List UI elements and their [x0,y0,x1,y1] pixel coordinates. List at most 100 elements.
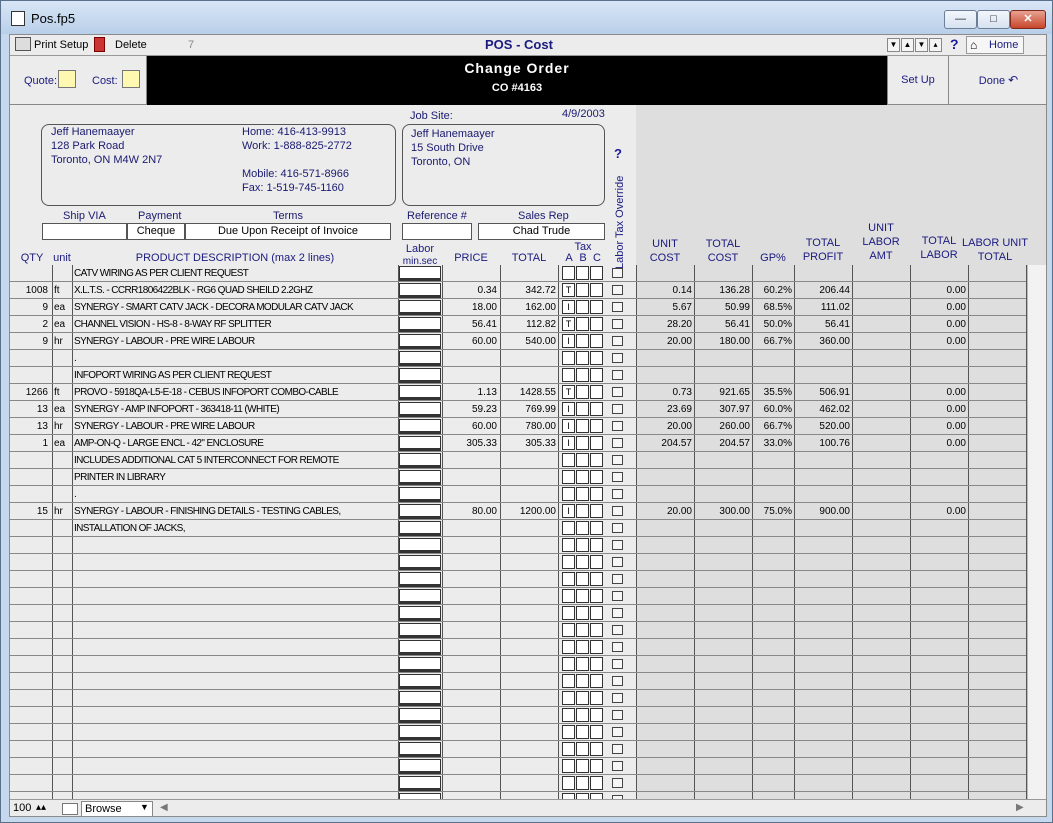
tax-a-checkbox[interactable] [562,572,575,586]
total-profit-cell[interactable]: 506.91 [794,384,850,401]
tax-c-checkbox[interactable] [590,708,603,722]
gp-cell[interactable]: 68.5% [752,299,792,316]
tax-b-checkbox[interactable] [576,419,589,433]
total-cost-cell[interactable] [694,469,750,486]
unit-labor-cell[interactable] [852,350,908,367]
gp-cell[interactable] [752,350,792,367]
tax-b-checkbox[interactable] [576,640,589,654]
tax-c-checkbox[interactable] [590,453,603,467]
tax-a-checkbox[interactable]: I [562,300,575,314]
total-labor-cell[interactable]: 0.00 [910,418,966,435]
total-cost-cell[interactable] [694,486,750,503]
gp-cell[interactable] [752,520,792,537]
unit-cell[interactable] [54,452,72,469]
tax-a-checkbox[interactable]: T [562,283,575,297]
tax-b-checkbox[interactable] [576,674,589,688]
price-cell[interactable] [442,265,497,282]
labor-minutes-field[interactable] [399,317,441,332]
tax-a-checkbox[interactable]: I [562,402,575,416]
price-cell[interactable]: 1.13 [442,384,497,401]
tax-a-checkbox[interactable] [562,487,575,501]
labor-minutes-field[interactable] [399,776,441,791]
status-area-icon[interactable] [62,803,78,815]
tax-b-checkbox[interactable] [576,538,589,552]
tax-b-checkbox[interactable] [576,623,589,637]
total-profit-cell[interactable]: 56.41 [794,316,850,333]
total-cell[interactable] [500,265,556,282]
unit-labor-cell[interactable] [852,435,908,452]
trash-icon[interactable] [94,37,105,52]
table-row[interactable]: 9 ea SYNERGY - SMART CATV JACK - DECORA MO… [10,299,1026,316]
tax-a-checkbox[interactable] [562,725,575,739]
tax-a-checkbox[interactable] [562,589,575,603]
labor-tax-override-checkbox[interactable] [612,302,623,312]
tax-a-checkbox[interactable] [562,708,575,722]
tax-a-checkbox[interactable] [562,623,575,637]
delete-button[interactable]: Delete [115,39,147,51]
table-row[interactable]: 1266 ft PROVO - 5918QA-L5-E-18 - CEBUS INF… [10,384,1026,401]
qty-cell[interactable]: 1266 [10,384,48,401]
tax-a-checkbox[interactable] [562,776,575,790]
labor-minutes-field[interactable] [399,385,441,400]
table-row[interactable]: 1 ea AMP-ON-Q - LARGE ENCL - 42" ENCLOSURE… [10,435,1026,452]
table-row[interactable]: 9 hr SYNERGY - LABOUR - PRE WIRE LABOUR 60.… [10,333,1026,350]
tax-c-checkbox[interactable] [590,776,603,790]
tax-c-checkbox[interactable] [590,640,603,654]
labor-tax-override-checkbox[interactable] [612,727,623,737]
tax-c-checkbox[interactable] [590,385,603,399]
tax-c-checkbox[interactable] [590,266,603,280]
gp-cell[interactable]: 66.7% [752,418,792,435]
unit-labor-cell[interactable] [852,401,908,418]
total-profit-cell[interactable]: 462.02 [794,401,850,418]
total-profit-cell[interactable]: 520.00 [794,418,850,435]
qty-cell[interactable] [10,469,48,486]
qty-cell[interactable] [10,452,48,469]
reference-field[interactable] [402,223,472,240]
labor-minutes-field[interactable] [399,538,441,553]
tax-a-checkbox[interactable]: I [562,334,575,348]
total-profit-cell[interactable]: 100.76 [794,435,850,452]
total-cell[interactable] [500,469,556,486]
gp-cell[interactable]: 50.0% [752,316,792,333]
tax-c-checkbox[interactable] [590,317,603,331]
gp-cell[interactable]: 60.2% [752,282,792,299]
gp-cell[interactable]: 60.0% [752,401,792,418]
price-cell[interactable] [442,520,497,537]
table-row[interactable] [10,639,1026,656]
labor-minutes-field[interactable] [399,436,441,451]
tax-c-checkbox[interactable] [590,334,603,348]
total-cell[interactable]: 1428.55 [500,384,556,401]
labor-tax-override-checkbox[interactable] [612,744,623,754]
description-cell[interactable]: SYNERGY - LABOUR - PRE WIRE LABOUR [74,418,396,435]
unit-cell[interactable] [54,486,72,503]
description-cell[interactable]: CATV WIRING AS PER CLIENT REQUEST [74,265,396,282]
tax-b-checkbox[interactable] [576,657,589,671]
labor-tax-override-checkbox[interactable] [612,353,623,363]
close-button[interactable]: ✕ [1010,10,1046,29]
price-cell[interactable] [442,350,497,367]
table-row[interactable] [10,775,1026,792]
tax-a-checkbox[interactable] [562,555,575,569]
tax-a-checkbox[interactable] [562,742,575,756]
tax-a-checkbox[interactable] [562,674,575,688]
unit-labor-cell[interactable] [852,384,908,401]
total-cost-cell[interactable] [694,520,750,537]
labor-tax-override-checkbox[interactable] [612,710,623,720]
unit-cost-cell[interactable]: 20.00 [636,503,692,520]
table-row[interactable]: INFOPORT WIRING AS PER CLIENT REQUEST [10,367,1026,384]
labor-tax-override-checkbox[interactable] [612,404,623,414]
total-cost-cell[interactable]: 204.57 [694,435,750,452]
total-labor-cell[interactable] [910,350,966,367]
labor-minutes-field[interactable] [399,470,441,485]
total-cell[interactable]: 1200.00 [500,503,556,520]
table-row[interactable]: INCLUDES ADDITIONAL CAT 5 INTERCONNECT F… [10,452,1026,469]
description-cell[interactable]: SYNERGY - SMART CATV JACK - DECORA MODUL… [74,299,396,316]
tax-c-checkbox[interactable] [590,589,603,603]
table-row[interactable] [10,690,1026,707]
total-cell[interactable]: 112.82 [500,316,556,333]
description-cell[interactable]: SYNERGY - LABOUR - PRE WIRE LABOUR [74,333,396,350]
tax-a-checkbox[interactable]: T [562,317,575,331]
tax-c-checkbox[interactable] [590,368,603,382]
unit-labor-cell[interactable] [852,265,908,282]
tax-c-checkbox[interactable] [590,674,603,688]
